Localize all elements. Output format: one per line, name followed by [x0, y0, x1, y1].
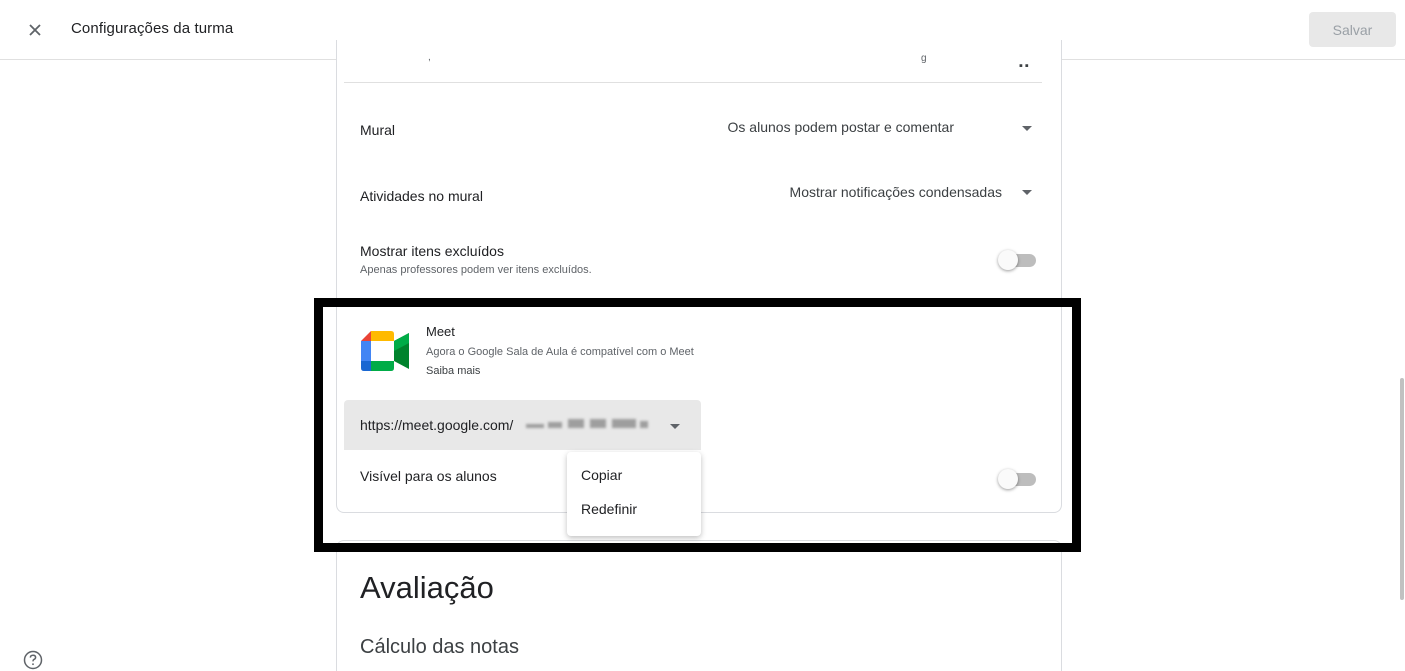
stream-activity-select[interactable]: Mostrar notificações condensadas [700, 184, 1002, 200]
partial-row-icon: ▪▪ [1019, 60, 1031, 72]
meet-title: Meet [426, 324, 455, 339]
grade-calculation-title: Cálculo das notas [360, 636, 519, 658]
menu-item-copy[interactable]: Copiar [567, 458, 701, 492]
divider [344, 82, 1042, 83]
show-deleted-toggle[interactable] [998, 250, 1038, 270]
meet-link-menu: Copiar Redefinir [567, 452, 701, 536]
meet-link-text: https://meet.google.com/ [360, 417, 514, 433]
save-button[interactable]: Salvar [1309, 12, 1396, 47]
redacted-link-part [548, 422, 562, 428]
toggle-thumb [998, 469, 1018, 489]
learn-more-link[interactable]: Saiba mais [426, 365, 480, 377]
visible-to-students-label: Visível para os alunos [360, 468, 497, 484]
redacted-link-part [568, 419, 584, 428]
meet-description: Agora o Google Sala de Aula é compatível… [426, 346, 694, 358]
redacted-link-part [526, 424, 544, 428]
scrollbar-thumb[interactable] [1400, 378, 1404, 600]
stream-label: Mural [360, 122, 396, 138]
visible-to-students-toggle[interactable] [998, 469, 1038, 489]
partial-row-fragment: g [921, 53, 927, 64]
stream-activity-label: Atividades no mural [360, 188, 483, 204]
arrow-drop-down-icon[interactable] [1022, 126, 1032, 131]
grading-title: Avaliação [360, 570, 494, 605]
stream-select[interactable]: Os alunos podem postar e comentar [664, 119, 954, 135]
toggle-thumb [998, 250, 1018, 270]
redacted-link-part [590, 419, 606, 428]
page-title: Configurações da turma [71, 20, 234, 37]
show-deleted-label: Mostrar itens excluídos [360, 243, 504, 259]
google-meet-icon [361, 331, 409, 371]
arrow-drop-down-icon[interactable] [670, 424, 680, 429]
meet-link-dropdown[interactable]: https://meet.google.com/ [344, 400, 701, 450]
redacted-link-part [612, 419, 636, 428]
help-icon[interactable] [22, 649, 44, 671]
redacted-link-part [640, 421, 648, 428]
show-deleted-sublabel: Apenas professores podem ver itens exclu… [360, 264, 592, 276]
menu-item-reset[interactable]: Redefinir [567, 492, 701, 526]
arrow-drop-down-icon[interactable] [1022, 190, 1032, 195]
close-icon[interactable] [22, 17, 48, 43]
partial-row-fragment: , [428, 52, 431, 63]
